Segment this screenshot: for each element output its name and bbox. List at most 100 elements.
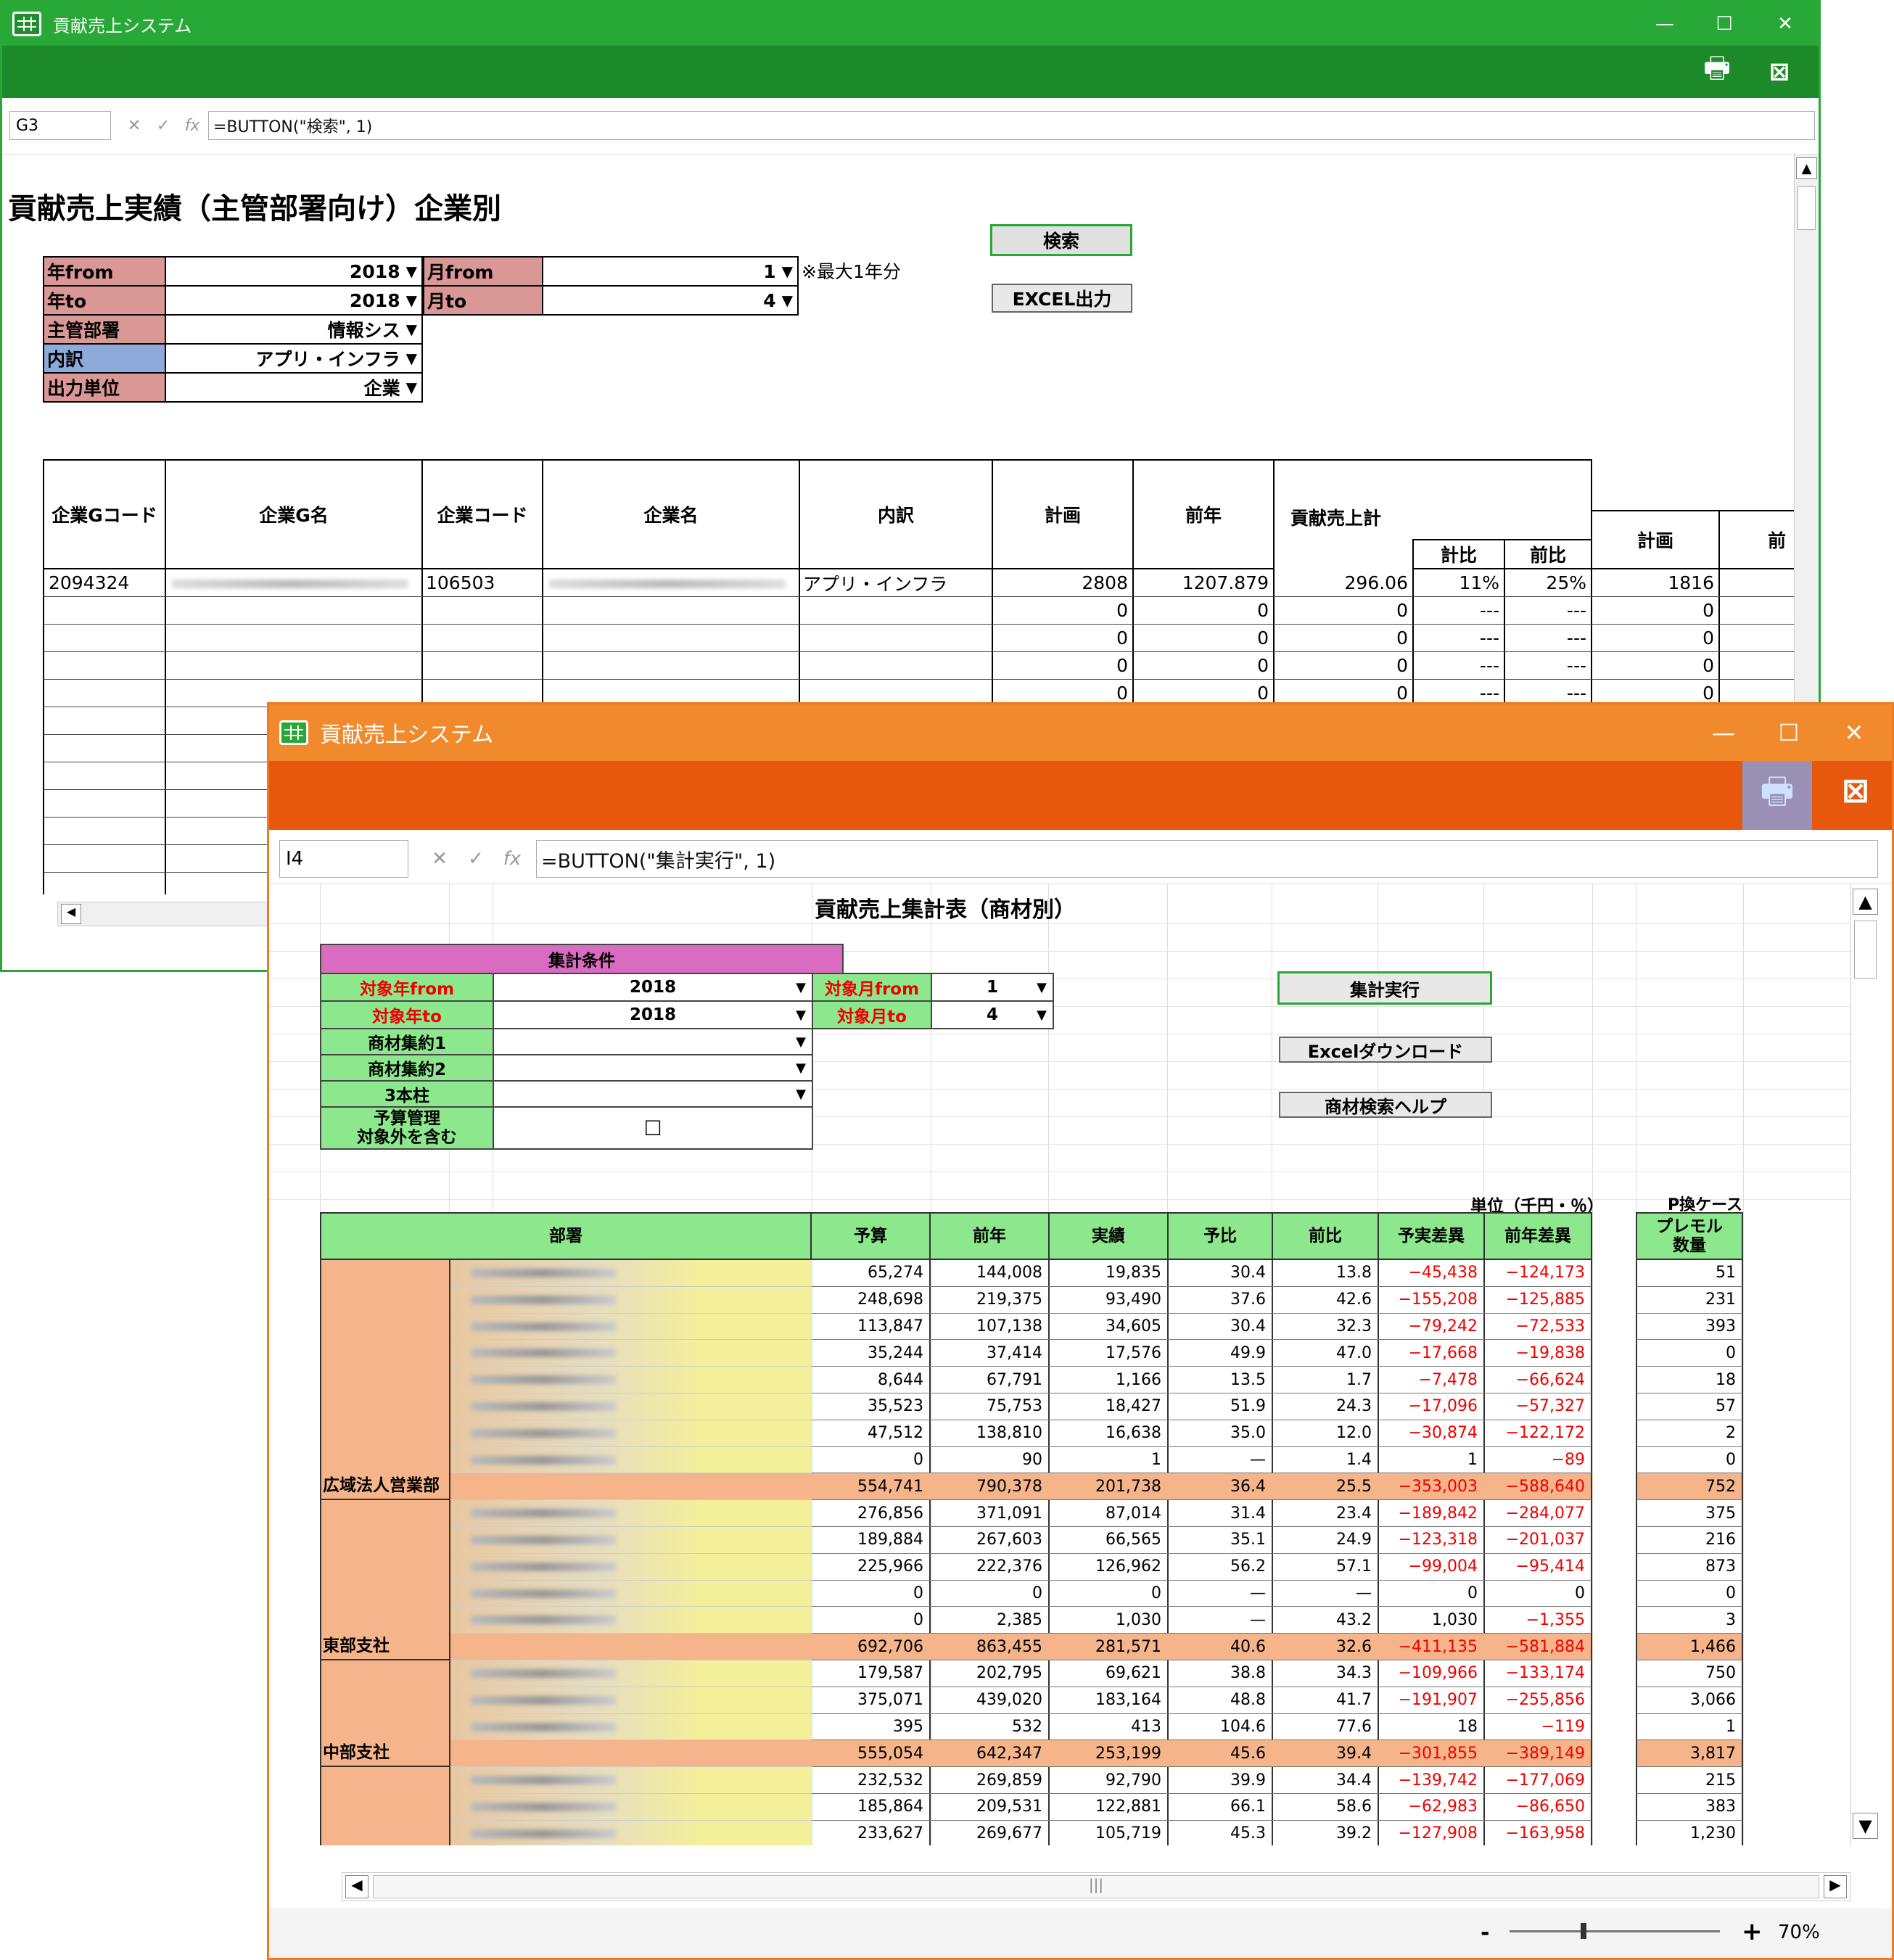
cond-month-to[interactable]: 4 ▼ <box>931 1000 1054 1029</box>
cond-product-agg1[interactable]: ▼ <box>493 1028 813 1055</box>
data-cell[interactable]: 281,571 <box>1048 1634 1169 1660</box>
data-cell[interactable]: 232,532 <box>810 1767 931 1794</box>
table-cell[interactable]: 0 <box>1132 597 1275 625</box>
close-button[interactable]: ✕ <box>1755 2 1816 46</box>
data-cell[interactable]: 1 <box>1048 1446 1169 1474</box>
data-cell[interactable]: 267,603 <box>929 1527 1050 1554</box>
cancel-icon[interactable]: ✕ <box>120 117 149 135</box>
horizontal-scrollbar[interactable]: ◀ ||| ▶ <box>342 1872 1850 1901</box>
data-cell[interactable]: −89 <box>1483 1446 1592 1474</box>
data-cell[interactable]: 39.4 <box>1272 1740 1379 1768</box>
data-cell[interactable]: −284,077 <box>1483 1500 1592 1527</box>
data-cell[interactable]: 43.2 <box>1272 1607 1379 1634</box>
data-cell[interactable]: 48.8 <box>1167 1687 1273 1714</box>
table-cell[interactable]: --- <box>1504 597 1592 625</box>
table-cell[interactable]: 11% <box>1412 569 1505 597</box>
table-cell[interactable] <box>43 707 166 735</box>
table-cell[interactable] <box>1718 597 1794 625</box>
table-cell[interactable] <box>542 625 800 652</box>
product-name-cell[interactable] <box>449 1553 812 1581</box>
scroll-up-icon[interactable]: ▲ <box>1853 889 1878 915</box>
data-cell[interactable]: 34.3 <box>1272 1660 1379 1687</box>
cancel-icon[interactable]: ✕ <box>421 848 458 870</box>
quantity-cell[interactable]: 3,066 <box>1636 1687 1743 1714</box>
quantity-cell[interactable]: 0 <box>1636 1446 1743 1474</box>
data-cell[interactable]: 0 <box>1483 1580 1592 1607</box>
cond-three-pillars[interactable]: ▼ <box>493 1080 813 1108</box>
quantity-cell[interactable]: 1,230 <box>1636 1820 1743 1845</box>
function-icon[interactable]: fx <box>494 848 530 870</box>
zoom-slider-thumb[interactable] <box>1581 1923 1586 1939</box>
table-cell[interactable]: --- <box>1412 597 1505 625</box>
table-cell[interactable] <box>43 735 166 762</box>
data-cell[interactable]: 555,054 <box>810 1740 931 1768</box>
table-cell[interactable]: 1207.879 <box>1132 569 1275 597</box>
excel-download-button[interactable]: Excelダウンロード <box>1279 1037 1492 1063</box>
zoom-out-button[interactable]: - <box>1481 1920 1489 1945</box>
data-cell[interactable]: 45.6 <box>1167 1740 1273 1768</box>
data-cell[interactable]: −7,478 <box>1378 1367 1485 1393</box>
name-box[interactable]: G3 <box>9 111 111 140</box>
filter-department[interactable]: 情報シス ▼ <box>165 314 423 345</box>
table-cell[interactable] <box>421 652 543 680</box>
quantity-cell[interactable]: 2 <box>1636 1420 1743 1447</box>
maximize-button[interactable]: ☐ <box>1758 704 1819 761</box>
table-cell[interactable]: 0 <box>1273 597 1414 625</box>
product-name-cell[interactable] <box>449 1500 812 1527</box>
maximize-button[interactable]: ☐ <box>1694 2 1755 46</box>
data-cell[interactable]: −62,983 <box>1378 1794 1485 1821</box>
quantity-cell[interactable]: 3,817 <box>1636 1740 1743 1768</box>
data-cell[interactable]: −127,908 <box>1378 1820 1485 1845</box>
function-icon[interactable]: fx <box>178 117 207 135</box>
data-cell[interactable]: 863,455 <box>929 1634 1050 1660</box>
product-name-cell[interactable] <box>449 1687 812 1714</box>
data-cell[interactable]: — <box>1167 1607 1273 1634</box>
print-icon[interactable]: 🖶 <box>1742 761 1812 830</box>
department-cell[interactable]: 中部支社 <box>320 1660 450 1768</box>
data-cell[interactable]: 269,859 <box>929 1767 1050 1794</box>
data-cell[interactable]: 189,884 <box>810 1527 931 1554</box>
include-out-of-budget-checkbox[interactable]: ☐ <box>493 1106 813 1150</box>
table-cell[interactable]: 0 <box>1132 652 1275 680</box>
table-cell[interactable]: --- <box>1504 625 1592 652</box>
data-cell[interactable]: −57,327 <box>1483 1393 1592 1420</box>
quantity-cell[interactable]: 57 <box>1636 1393 1743 1420</box>
product-name-cell[interactable] <box>449 1580 812 1607</box>
scroll-left-icon[interactable]: ◀ <box>61 904 81 924</box>
product-name-cell[interactable] <box>449 1660 812 1687</box>
quantity-cell[interactable]: 750 <box>1636 1660 1743 1687</box>
formula-input[interactable]: =BUTTON("検索", 1) <box>208 111 1815 140</box>
data-cell[interactable]: 49.9 <box>1167 1340 1273 1367</box>
data-cell[interactable]: −201,037 <box>1483 1527 1592 1554</box>
data-cell[interactable]: −1,355 <box>1483 1607 1592 1634</box>
run-aggregation-button[interactable]: 集計実行 <box>1277 971 1492 1005</box>
quantity-cell[interactable]: 873 <box>1636 1553 1743 1581</box>
data-cell[interactable]: 104.6 <box>1167 1713 1273 1741</box>
zoom-slider[interactable] <box>1510 1930 1720 1932</box>
data-cell[interactable]: −163,958 <box>1483 1820 1592 1845</box>
minimize-button[interactable]: — <box>1634 2 1695 46</box>
table-cell[interactable] <box>421 625 543 652</box>
scroll-thumb[interactable]: ||| <box>373 1875 1819 1898</box>
data-cell[interactable]: −123,318 <box>1378 1527 1485 1554</box>
filter-year-from[interactable]: 2018 ▼ <box>165 256 423 287</box>
data-cell[interactable]: −17,668 <box>1378 1340 1485 1367</box>
table-cell[interactable] <box>165 625 423 652</box>
quantity-cell[interactable]: 375 <box>1636 1500 1743 1527</box>
table-cell[interactable] <box>43 790 166 818</box>
data-cell[interactable]: 269,677 <box>929 1820 1050 1845</box>
data-cell[interactable]: 66,565 <box>1048 1527 1169 1554</box>
data-cell[interactable]: 25.5 <box>1272 1473 1379 1501</box>
data-cell[interactable]: 45.3 <box>1167 1820 1273 1845</box>
scroll-thumb[interactable] <box>1798 186 1816 230</box>
quantity-cell[interactable]: 752 <box>1636 1473 1743 1501</box>
table-cell[interactable]: 296.06 <box>1273 569 1414 597</box>
data-cell[interactable]: 36.4 <box>1167 1473 1273 1501</box>
data-cell[interactable]: 66.1 <box>1167 1794 1273 1821</box>
data-cell[interactable]: 58.6 <box>1272 1794 1379 1821</box>
filter-breakdown[interactable]: アプリ・インフラ ▼ <box>165 343 423 374</box>
data-cell[interactable]: 57.1 <box>1272 1553 1379 1581</box>
table-cell[interactable]: 0 <box>992 625 1134 652</box>
data-cell[interactable]: 65,274 <box>810 1260 931 1287</box>
scroll-right-icon[interactable]: ▶ <box>1824 1875 1847 1898</box>
